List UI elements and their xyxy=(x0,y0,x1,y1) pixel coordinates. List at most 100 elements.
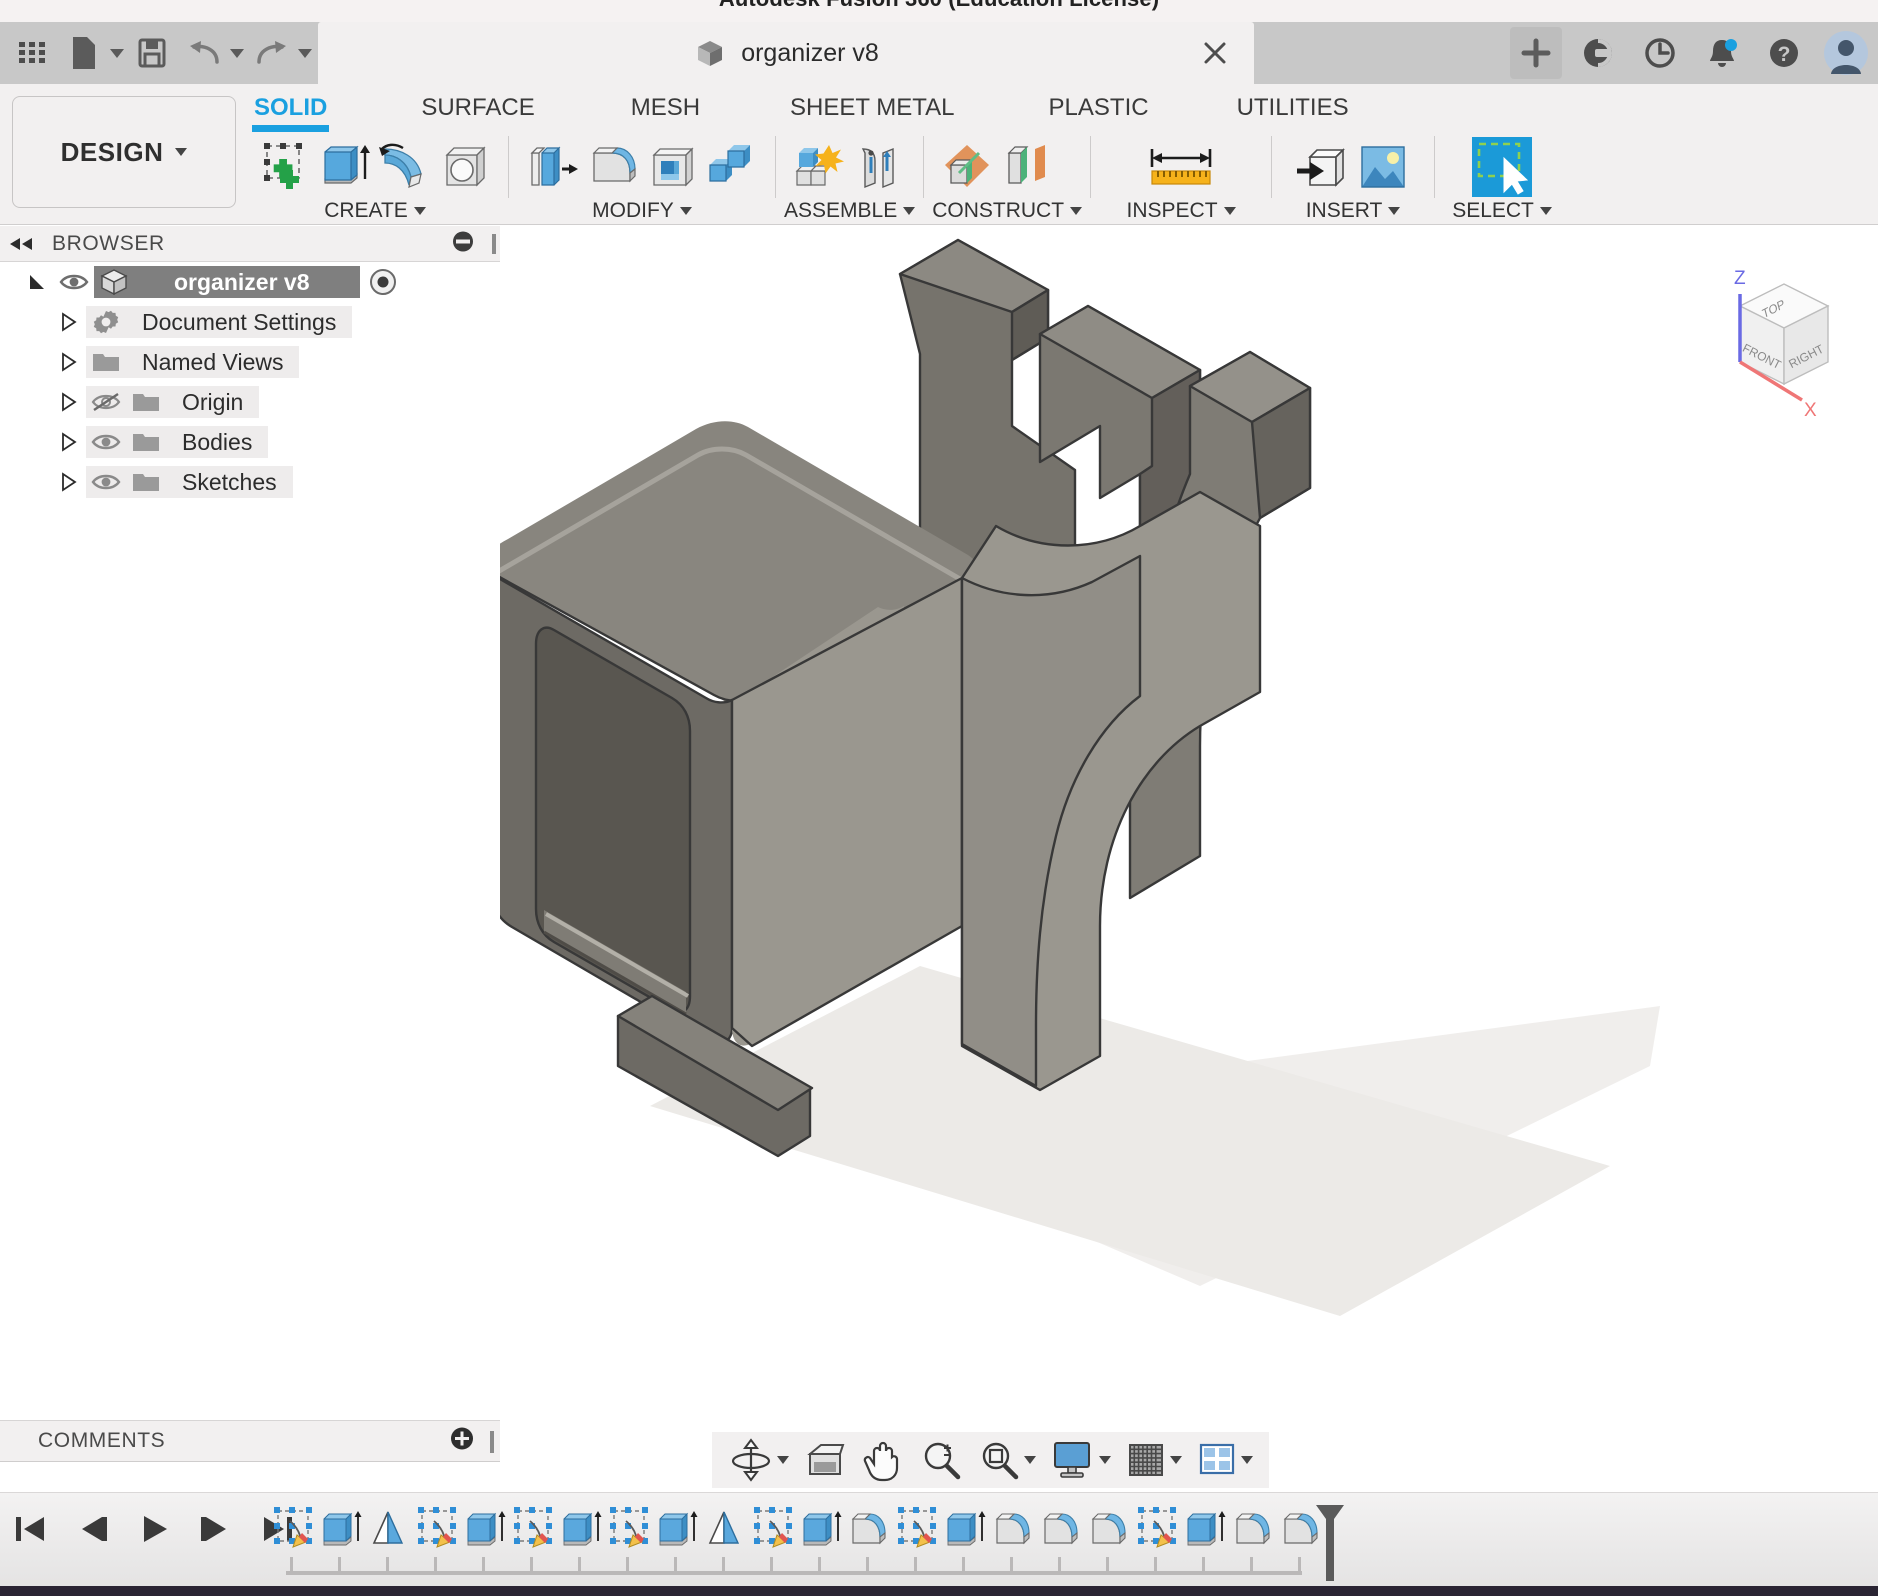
shell-icon[interactable] xyxy=(643,138,701,196)
close-icon[interactable] xyxy=(1200,38,1230,68)
measure-ruler-icon[interactable] xyxy=(1141,138,1221,196)
panel-title-assemble[interactable]: ASSEMBLE xyxy=(784,198,916,224)
tab-utilities[interactable]: UTILITIES xyxy=(1233,94,1353,122)
panel-title-inspect[interactable]: INSPECT xyxy=(1099,198,1263,224)
notifications-button[interactable] xyxy=(1696,27,1748,79)
extensions-button[interactable] xyxy=(1572,27,1624,79)
visibility-eye-icon[interactable] xyxy=(54,272,94,292)
display-settings-button[interactable] xyxy=(1044,1439,1117,1481)
expand-arrow-collapsed-icon[interactable] xyxy=(52,351,86,373)
timeline-marker-ic`on[interactable] xyxy=(1316,1505,1344,1581)
panel-modify: MODIFY xyxy=(517,136,767,224)
new-component-icon[interactable] xyxy=(790,138,848,196)
panel-title-insert[interactable]: INSERT xyxy=(1280,198,1426,224)
look-at-button[interactable] xyxy=(797,1440,853,1480)
tab-mesh[interactable]: MESH xyxy=(627,94,704,122)
tree-node-origin[interactable]: Origin xyxy=(0,382,500,422)
notification-badge xyxy=(1725,39,1737,51)
tab-solid[interactable]: SOLID xyxy=(250,94,331,132)
tree-node-named-views[interactable]: Named Views xyxy=(0,342,500,382)
panel-divider xyxy=(923,136,925,198)
save-button[interactable] xyxy=(128,29,176,77)
viewports-button[interactable] xyxy=(1190,1440,1259,1480)
tab-sheet-metal[interactable]: SHEET METAL xyxy=(786,94,958,122)
workspace-switcher[interactable]: DESIGN xyxy=(12,96,236,208)
hole-icon[interactable] xyxy=(436,138,494,196)
zoom-button[interactable] xyxy=(913,1438,969,1482)
grid-snaps-button[interactable] xyxy=(1119,1439,1188,1481)
panel-title-modify[interactable]: MODIFY xyxy=(517,198,767,224)
expand-arrow-collapsed-icon[interactable] xyxy=(52,431,86,453)
revolve-icon[interactable] xyxy=(376,138,434,196)
help-button[interactable]: ? xyxy=(1758,27,1810,79)
panel-title-create[interactable]: CREATE xyxy=(250,198,500,224)
tab-plastic[interactable]: PLASTIC xyxy=(1045,94,1153,122)
joint-icon[interactable] xyxy=(850,138,908,196)
visibility-eye-hidden-icon[interactable] xyxy=(86,391,126,413)
visibility-eye-icon[interactable] xyxy=(86,472,126,492)
press-pull-icon[interactable] xyxy=(523,138,581,196)
document-tab[interactable]: organizer v8 xyxy=(318,22,1254,84)
create-sketch-icon[interactable] xyxy=(256,138,314,196)
go-to-beginning-button[interactable] xyxy=(6,1505,54,1553)
file-menu-button[interactable] xyxy=(60,29,124,77)
fit-button[interactable] xyxy=(971,1438,1042,1482)
comments-panel-header[interactable]: COMMENTS xyxy=(0,1420,500,1462)
timeline-feature-fillet4 xyxy=(1092,1513,1126,1544)
visibility-eye-icon[interactable] xyxy=(86,432,126,452)
design-canvas[interactable]: TOP FRONT RIGHT Z X xyxy=(500,226,1878,1420)
timeline-track[interactable] xyxy=(286,1557,1302,1575)
comments-title: COMMENTS xyxy=(38,1429,166,1452)
tree-node-sketches[interactable]: Sketches xyxy=(0,462,500,502)
app-grid-button[interactable] xyxy=(8,29,56,77)
ribbon-tabs: SOLID SURFACE MESH SHEET METAL PLASTIC U… xyxy=(250,94,1353,132)
viewports-icon xyxy=(1199,1443,1235,1475)
folder-icon xyxy=(126,390,166,414)
folder-icon xyxy=(126,470,166,494)
step-back-button[interactable] xyxy=(68,1505,116,1553)
expand-arrow-expanded-icon[interactable] xyxy=(20,271,54,293)
panel-resize-grip[interactable] xyxy=(492,234,496,254)
expand-arrow-collapsed-icon[interactable] xyxy=(52,391,86,413)
ribbon: DESIGN SOLID SURFACE MESH SHEET METAL PL… xyxy=(0,84,1878,225)
extrude-icon[interactable] xyxy=(316,138,374,196)
account-avatar[interactable] xyxy=(1820,27,1872,79)
pan-button[interactable] xyxy=(855,1438,911,1482)
collapse-left-icon[interactable] xyxy=(8,236,34,252)
model-viewport[interactable]: TOP FRONT RIGHT Z X xyxy=(500,226,1878,1420)
combine-icon[interactable] xyxy=(703,138,761,196)
orbit-button[interactable] xyxy=(722,1437,795,1483)
insert-derive-icon[interactable] xyxy=(1294,138,1352,196)
play-button[interactable] xyxy=(130,1505,178,1553)
plane-at-angle-icon[interactable] xyxy=(998,138,1056,196)
ribbon-panels: CREATE MODIFY ASSEMBLE CONSTRUCT INSPECT… xyxy=(250,136,1561,224)
offset-plane-icon[interactable] xyxy=(938,138,996,196)
zoom-magnifier-icon xyxy=(924,1442,961,1480)
undo-button[interactable] xyxy=(180,29,244,77)
timeline-features[interactable] xyxy=(272,1499,1358,1589)
expand-arrow-collapsed-icon[interactable] xyxy=(52,311,86,333)
tree-node-organizer-v8[interactable]: organizer v8 xyxy=(0,262,500,302)
expand-arrow-collapsed-icon[interactable] xyxy=(52,471,86,493)
timeline-feature-list[interactable] xyxy=(273,1506,1318,1548)
fillet-icon[interactable] xyxy=(583,138,641,196)
job-status-button[interactable] xyxy=(1634,27,1686,79)
tree-node-bodies[interactable]: Bodies xyxy=(0,422,500,462)
redo-button[interactable] xyxy=(248,29,312,77)
select-window-cursor-icon[interactable] xyxy=(1469,134,1535,200)
tab-surface[interactable]: SURFACE xyxy=(417,94,538,122)
panel-title-construct[interactable]: CONSTRUCT xyxy=(932,198,1083,224)
timeline-feature-extrude5 xyxy=(803,1510,843,1546)
panel-resize-grip[interactable] xyxy=(490,1431,494,1453)
tree-node-pill[interactable]: organizer v8 xyxy=(94,266,360,298)
new-tab-button[interactable] xyxy=(1510,27,1562,79)
step-forward-button[interactable] xyxy=(192,1505,240,1553)
panel-construct: CONSTRUCT xyxy=(932,136,1083,224)
pin-icon[interactable] xyxy=(452,230,474,257)
add-comment-icon[interactable] xyxy=(450,1427,474,1456)
activate-component-radio[interactable] xyxy=(368,267,398,297)
insert-canvas-image-icon[interactable] xyxy=(1354,138,1412,196)
tree-node-label: organizer v8 xyxy=(174,268,310,295)
tree-node-document-settings[interactable]: Document Settings xyxy=(0,302,500,342)
panel-title-select[interactable]: SELECT xyxy=(1443,198,1561,224)
